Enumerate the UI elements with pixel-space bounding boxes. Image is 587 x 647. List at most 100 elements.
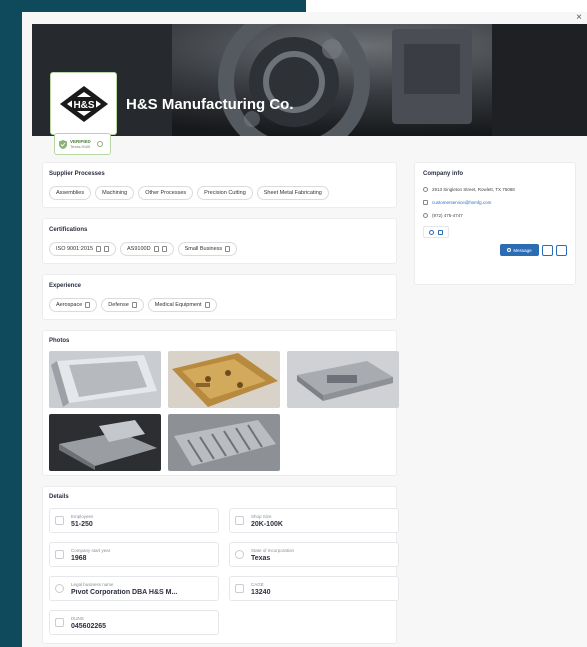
mail-icon	[423, 200, 428, 205]
verified-subtitle: Texas HUB	[70, 144, 91, 149]
company-phone: (972) 475-4747	[432, 213, 463, 218]
company-address: 2913 Singleton Street, Rowlett, TX 75088	[432, 187, 515, 192]
message-button-label: Message	[513, 247, 532, 253]
page-backdrop	[0, 0, 22, 647]
people-icon	[55, 516, 64, 525]
details-card: Details Employees 51-250 Shop Size 20K-100…	[42, 486, 399, 644]
detail-value: Pivot Corporation DBA H&S M...	[71, 589, 178, 596]
sheet-metal-part-image	[49, 351, 161, 408]
detail-legal-name: Legal business name Pivot Corporation DBA…	[49, 576, 219, 601]
detail-value: 13240	[251, 589, 271, 596]
process-chip[interactable]: Machining	[95, 186, 135, 200]
external-link-icon[interactable]	[161, 246, 167, 252]
detail-state: State of Incorporation Texas	[229, 542, 399, 567]
chip-label: Aerospace	[56, 302, 83, 308]
section-title: Certifications	[49, 227, 88, 233]
bookmark-button[interactable]	[542, 244, 553, 256]
detail-start-year: Company start year 1968	[49, 542, 219, 567]
globe-icon	[235, 550, 244, 559]
detail-value: 20K-100K	[251, 521, 283, 528]
chip-label: Medical Equipment	[154, 302, 202, 308]
photo-thumbnail[interactable]	[49, 351, 161, 408]
location-icon	[423, 187, 428, 192]
external-link-icon[interactable]	[104, 246, 110, 252]
photo-thumbnail[interactable]	[287, 351, 399, 408]
chip-label: Defense	[108, 302, 129, 308]
external-link-icon[interactable]	[131, 302, 137, 308]
svg-text:H&S: H&S	[73, 100, 94, 111]
experience-card: Experience Aerospace Defense Medical Equ…	[42, 274, 397, 320]
detail-label: DUNS	[71, 616, 84, 621]
supplier-profile-modal: × H&S H&S Manufacturing Co. VERIFIED Tex…	[22, 12, 587, 647]
detail-cage: CAGE 13240	[229, 576, 399, 601]
chip-label: AS9100D	[127, 246, 151, 252]
experience-chip[interactable]: Aerospace	[49, 298, 98, 312]
detail-duns: DUNS 045602265	[49, 610, 219, 635]
supplier-processes-card: Supplier Processes Assemblies Machining …	[42, 162, 397, 208]
linkedin-icon[interactable]	[438, 229, 443, 235]
location-icon	[55, 584, 64, 593]
company-name: H&S Manufacturing Co.	[126, 96, 294, 113]
process-chip[interactable]: Other Processes	[138, 186, 194, 200]
certification-chip[interactable]: Small Business	[177, 242, 238, 256]
grid-icon	[235, 584, 244, 593]
experience-chip[interactable]: Defense	[101, 298, 144, 312]
share-button[interactable]	[556, 244, 567, 256]
document-icon	[55, 618, 64, 627]
phone-icon	[423, 213, 428, 218]
detail-employees: Employees 51-250	[49, 508, 219, 533]
heat-sink-image	[168, 414, 280, 471]
section-title: Details	[49, 494, 69, 500]
process-chip[interactable]: Sheet Metal Fabricating	[256, 186, 329, 200]
external-link-icon[interactable]	[204, 302, 210, 308]
photo-thumbnail[interactable]	[168, 414, 280, 471]
detail-label: Employees	[71, 514, 94, 519]
company-logo: H&S	[50, 72, 117, 135]
detail-value: 1968	[71, 555, 87, 562]
detail-value: 045602265	[71, 623, 107, 630]
detail-label: CAGE	[251, 582, 264, 587]
ruler-icon	[235, 516, 244, 525]
detail-label: Company start year	[71, 548, 111, 553]
process-chip[interactable]: Precision Cutting	[197, 186, 253, 200]
shield-check-icon	[59, 139, 67, 149]
message-button[interactable]: Message	[500, 244, 539, 256]
photo-thumbnail[interactable]	[168, 351, 280, 408]
chart-icon	[55, 550, 64, 559]
detail-value: 51-250	[71, 521, 93, 528]
detail-shop-size: Shop Size 20K-100K	[229, 508, 399, 533]
photo-thumbnail[interactable]	[49, 414, 161, 471]
section-title: Photos	[49, 338, 70, 344]
verified-badge[interactable]: VERIFIED Texas HUB	[54, 133, 111, 155]
document-icon[interactable]	[96, 246, 102, 252]
external-link-icon[interactable]	[85, 302, 91, 308]
certification-chip[interactable]: ISO 9001:2015	[49, 242, 117, 256]
section-title: Supplier Processes	[49, 171, 105, 177]
process-chip[interactable]: Assemblies	[49, 186, 92, 200]
certifications-card: Certifications ISO 9001:2015 AS9100D Sma…	[42, 218, 397, 264]
company-info-card: Company info 2913 Singleton Street, Rowl…	[414, 162, 576, 285]
section-title: Company info	[423, 171, 463, 177]
experience-chip[interactable]: Medical Equipment	[147, 298, 217, 312]
photos-card: Photos	[42, 330, 399, 476]
detail-label: Shop Size	[251, 514, 272, 519]
machined-block-image	[287, 351, 399, 408]
detail-label: State of Incorporation	[251, 548, 295, 553]
metal-bracket-image	[49, 414, 161, 471]
company-email-link[interactable]: customerservice@hsmfg.com	[432, 200, 491, 205]
chip-label: ISO 9001:2015	[56, 246, 94, 252]
detail-label: Legal business name	[71, 582, 114, 587]
external-link-icon[interactable]	[225, 246, 231, 252]
page-backdrop-top	[0, 0, 306, 12]
chip-label: Small Business	[184, 246, 223, 252]
close-button[interactable]: ×	[574, 12, 584, 24]
info-icon[interactable]	[96, 141, 103, 147]
brass-plate-image	[168, 351, 280, 408]
globe-icon[interactable]	[429, 229, 434, 235]
certification-chip[interactable]: AS9100D	[120, 242, 174, 256]
hs-logo-icon: H&S	[59, 85, 108, 122]
section-title: Experience	[49, 283, 82, 289]
document-icon[interactable]	[153, 246, 159, 252]
detail-value: Texas	[251, 555, 271, 562]
social-links	[423, 226, 449, 238]
